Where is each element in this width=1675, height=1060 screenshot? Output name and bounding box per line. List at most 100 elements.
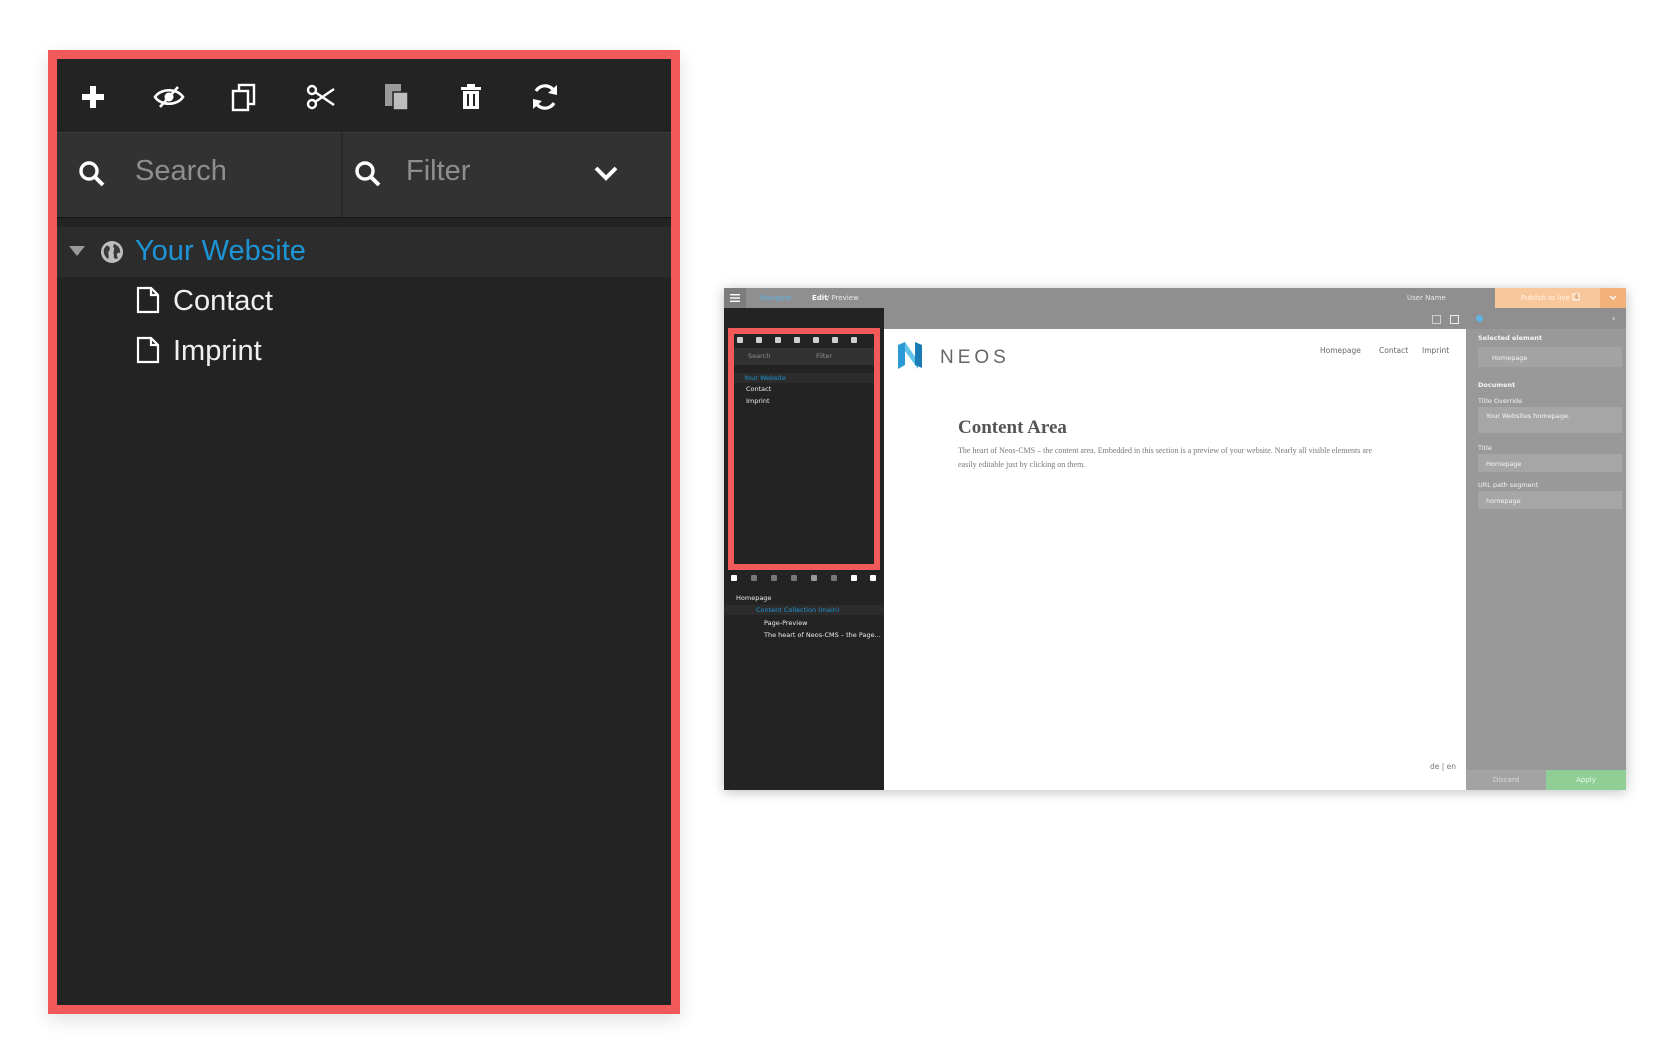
- site-nav-imprint[interactable]: Imprint: [1422, 346, 1449, 355]
- inspector-panel: › Selected element Homepage Document Tit…: [1466, 308, 1626, 790]
- document-tree: Your Website Contact Imprint: [57, 227, 671, 377]
- language-switch[interactable]: de | en: [1430, 762, 1456, 771]
- tree-node-root[interactable]: Your Website: [57, 227, 671, 277]
- trash-icon[interactable]: [832, 337, 840, 343]
- highlight-frame-small: Search Filter Your Website Contact Impri…: [728, 328, 880, 570]
- title-field[interactable]: Homepage: [1478, 454, 1622, 472]
- left-sidebar: Search Filter Your Website Contact Impri…: [724, 308, 884, 790]
- title-override-field[interactable]: Your Websites homepage.: [1478, 407, 1622, 433]
- document-icon: [136, 286, 160, 314]
- navigate-link[interactable]: Navigate: [760, 294, 791, 302]
- document-icon: [136, 336, 160, 364]
- gear-icon[interactable]: [1476, 315, 1483, 322]
- chevron-down-icon[interactable]: [870, 575, 878, 581]
- tree-node-label[interactable]: Imprint: [173, 335, 262, 368]
- paste-icon[interactable]: [813, 337, 821, 343]
- globe-icon: [99, 239, 125, 265]
- fullscreen-icon[interactable]: [1450, 315, 1459, 324]
- publish-dropdown[interactable]: [1600, 288, 1626, 308]
- url-path-label: URL path segment: [1478, 481, 1539, 489]
- eye-slash-icon[interactable]: [149, 77, 189, 117]
- paste-icon[interactable]: [811, 575, 819, 581]
- content-body[interactable]: The heart of Neos-CMS – the content area…: [958, 444, 1378, 472]
- discard-button[interactable]: Discard: [1466, 770, 1546, 790]
- tree-node-imprint[interactable]: Imprint: [57, 327, 671, 377]
- tree-node-contact[interactable]: Contact: [746, 385, 771, 393]
- refresh-icon[interactable]: [525, 77, 565, 117]
- tree-node-label[interactable]: Your Website: [135, 235, 306, 268]
- document-tree-panel: Search Filter Your Website Contact Impri…: [57, 59, 671, 1005]
- tree-node-root[interactable]: Your Website: [734, 373, 874, 383]
- site-nav-homepage[interactable]: Homepage: [1320, 346, 1361, 355]
- content-node-text[interactable]: The heart of Neos-CMS – the Page...: [764, 631, 881, 639]
- filter-search-icon: [354, 160, 382, 188]
- selected-element-label: Selected element: [1478, 334, 1542, 342]
- content-tree-toolbar: [724, 570, 884, 584]
- highlight-frame: Search Filter Your Website Contact Impri…: [48, 50, 680, 1014]
- eye-slash-icon[interactable]: [756, 337, 764, 343]
- search-filter-bar: Search Filter: [57, 132, 671, 218]
- scissors-icon[interactable]: [794, 337, 802, 343]
- plus-icon[interactable]: [731, 575, 739, 581]
- content-node-collection[interactable]: Content Collection (main): [724, 605, 884, 615]
- scissors-icon[interactable]: [791, 575, 799, 581]
- site-nav-contact[interactable]: Contact: [1379, 346, 1408, 355]
- plus-icon[interactable]: [73, 77, 113, 117]
- menu-icon[interactable]: [724, 288, 746, 308]
- apply-button[interactable]: Apply: [1546, 770, 1626, 790]
- search-input[interactable]: Search: [748, 352, 770, 360]
- refresh-icon[interactable]: [851, 337, 859, 343]
- content-node-headline[interactable]: Page-Preview: [764, 619, 807, 627]
- tree-node-label[interactable]: Contact: [173, 285, 273, 318]
- content-node-homepage[interactable]: Homepage: [736, 594, 771, 602]
- publish-button[interactable]: Publish to live 4: [1495, 288, 1600, 308]
- top-bar: Navigate Edit / Preview User Name Publis…: [724, 288, 1626, 308]
- copy-icon[interactable]: [775, 337, 783, 343]
- copy-icon[interactable]: [225, 77, 265, 117]
- url-path-value: homepage: [1486, 497, 1521, 505]
- paste-icon[interactable]: [377, 77, 417, 117]
- user-menu[interactable]: User Name: [1407, 294, 1446, 302]
- inspector-header: ›: [1466, 308, 1626, 329]
- tree-toolbar: [57, 59, 671, 131]
- selected-element-value: Homepage: [1492, 354, 1528, 362]
- refresh-icon[interactable]: [851, 575, 859, 581]
- caret-down-icon[interactable]: [69, 246, 85, 256]
- title-override-label: Title Override: [1478, 397, 1523, 405]
- edit-link[interactable]: Edit: [812, 294, 828, 302]
- trash-icon[interactable]: [831, 575, 839, 581]
- filter-select[interactable]: Filter: [816, 352, 832, 360]
- selected-element-select[interactable]: Homepage: [1478, 347, 1622, 367]
- content-heading[interactable]: Content Area: [958, 417, 1067, 439]
- content-canvas: NEOS Homepage Contact Imprint Content Ar…: [884, 329, 1466, 790]
- title-label: Title: [1478, 444, 1492, 452]
- tree-node-label[interactable]: Your Website: [744, 374, 786, 382]
- document-tree-panel-small: Search Filter Your Website Contact Impri…: [734, 334, 874, 564]
- divider: [341, 133, 343, 217]
- search-icon: [78, 160, 106, 188]
- tree-node-contact[interactable]: Contact: [57, 277, 671, 327]
- chevron-down-icon[interactable]: [593, 165, 619, 183]
- content-node-label[interactable]: Content Collection (main): [756, 606, 839, 614]
- neos-logo-icon: [896, 341, 924, 371]
- external-link-icon[interactable]: [1432, 315, 1441, 324]
- preview-link[interactable]: / Preview: [827, 294, 859, 302]
- trash-icon[interactable]: [451, 77, 491, 117]
- document-section-label[interactable]: Document: [1478, 381, 1515, 389]
- scissors-icon[interactable]: [301, 77, 341, 117]
- chevron-right-icon[interactable]: ›: [1612, 314, 1615, 323]
- search-filter-bar: Search Filter: [734, 348, 874, 365]
- logo-text: NEOS: [940, 347, 1010, 368]
- title-override-value: Your Websites homepage.: [1486, 412, 1571, 420]
- copy-icon[interactable]: [771, 575, 779, 581]
- publish-label: Publish to live: [1521, 294, 1570, 302]
- title-value: Homepage: [1486, 460, 1522, 468]
- plus-icon[interactable]: [737, 337, 745, 343]
- tree-node-imprint[interactable]: Imprint: [746, 397, 770, 405]
- url-path-field[interactable]: homepage: [1478, 491, 1622, 509]
- eye-slash-icon[interactable]: [751, 575, 759, 581]
- filter-select[interactable]: Filter: [406, 155, 470, 188]
- content-toolbar: [884, 308, 1466, 329]
- neos-backend-screenshot: Navigate Edit / Preview User Name Publis…: [724, 288, 1626, 790]
- search-input[interactable]: Search: [135, 155, 227, 188]
